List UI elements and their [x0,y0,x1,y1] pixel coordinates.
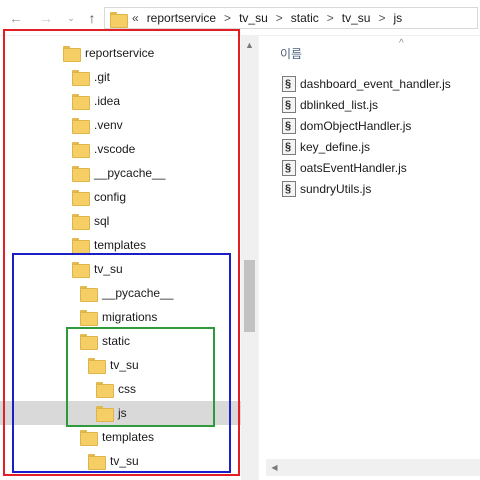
file-name: dashboard_event_handler.js [300,76,451,91]
file-item[interactable]: sundryUtils.js [282,178,478,199]
file-item[interactable]: domObjectHandler.js [282,115,478,136]
tree-item-css[interactable]: css [0,377,241,401]
tree-item-label: static [102,334,131,348]
folder-icon [63,46,81,62]
breadcrumb-separator-icon[interactable]: > [224,11,231,25]
folder-tree-pane: reportservice .git .idea .venv .vscode _… [0,36,258,480]
js-file-icon [282,159,296,176]
folder-icon [72,70,90,86]
file-item[interactable]: key_define.js [282,136,478,157]
folder-icon [88,454,106,470]
scroll-up-arrow-icon[interactable]: ▲ [241,36,258,53]
address-bar[interactable]: « reportservice > tv_su > static > tv_su… [104,7,478,29]
folder-icon [110,12,128,28]
breadcrumb-separator-icon[interactable]: > [378,11,385,25]
navigation-bar: ← → ⌄ ↑ « reportservice > tv_su > static… [0,0,480,36]
tree-item-label: __pycache__ [102,286,174,300]
folder-icon [96,406,114,422]
breadcrumb-separator-icon[interactable]: > [276,11,283,25]
tree-item-label: __pycache__ [94,166,166,180]
tree-item-migrations[interactable]: migrations [0,305,241,329]
file-list-pane: ^ 이름 dashboard_event_handler.js dblinked… [266,36,480,480]
file-name: key_define.js [300,139,371,154]
breadcrumb-overflow-button[interactable]: « [132,11,139,25]
tree-item-static-tv-su[interactable]: tv_su [0,353,241,377]
tree-item-label: tv_su [94,262,123,276]
scroll-left-arrow-icon[interactable]: ◀ [266,459,283,476]
tree-item-label: reportservice [85,46,155,60]
breadcrumb-separator-icon[interactable]: > [327,11,334,25]
file-name: dblinked_list.js [300,97,379,112]
file-item[interactable]: dblinked_list.js [282,94,478,115]
tree-item-label: migrations [102,310,158,324]
folder-icon [80,430,98,446]
tree-item-tv-su-templates[interactable]: templates [0,425,241,449]
tree-item-venv[interactable]: .venv [0,113,241,137]
breadcrumb-item[interactable]: tv_su [239,11,268,25]
pane-splitter[interactable] [258,36,266,480]
tree-item-label: css [118,382,136,396]
folder-icon [80,334,98,350]
tree-vertical-scrollbar[interactable]: ▲ [241,36,258,480]
tree-item-static[interactable]: static [0,329,241,353]
tree-item-label: templates [102,430,155,444]
tree-item-git[interactable]: .git [0,65,241,89]
js-file-icon [282,117,296,134]
file-item[interactable]: dashboard_event_handler.js [282,73,478,94]
tree-item-sql[interactable]: sql [0,209,241,233]
folder-icon [72,238,90,254]
folder-icon [72,166,90,182]
tree-item-label: tv_su [110,454,139,468]
file-item[interactable]: oatsEventHandler.js [282,157,478,178]
back-arrow-icon[interactable]: ← [8,9,24,27]
tree-item-pycache[interactable]: __pycache__ [0,161,241,185]
folder-icon [72,142,90,158]
tree-item-reportservice[interactable]: reportservice [0,41,241,65]
tree-item-js[interactable]: js [0,401,241,425]
tree-item-config[interactable]: config [0,185,241,209]
folder-icon [96,382,114,398]
sort-ascending-icon: ^ [399,38,404,49]
folder-icon [72,190,90,206]
tree-item-label: templates [94,238,147,252]
folder-icon [72,214,90,230]
tree-item-label: .git [94,70,111,84]
column-header-name[interactable]: 이름 [280,45,302,62]
tree-item-tv-su-pycache[interactable]: __pycache__ [0,281,241,305]
js-file-icon [282,138,296,155]
tree-item-label: tv_su [110,358,139,372]
up-arrow-icon[interactable]: ↑ [84,9,100,27]
folder-icon [72,94,90,110]
js-file-icon [282,75,296,92]
tree-item-label: .idea [94,94,121,108]
breadcrumb-item[interactable]: static [291,11,319,25]
js-file-icon [282,180,296,197]
tree-item-label: .venv [94,118,123,132]
tree-item-templates[interactable]: templates [0,233,241,257]
file-name: sundryUtils.js [300,181,372,196]
folder-icon [72,118,90,134]
tree-item-vscode[interactable]: .vscode [0,137,241,161]
tree-item-tv-su[interactable]: tv_su [0,257,241,281]
scrollbar-thumb[interactable] [244,260,255,332]
tree-item-label: js [118,406,127,420]
tree-item-label: sql [94,214,110,228]
file-list-horizontal-scrollbar[interactable]: ◀ [266,459,480,476]
folder-icon [80,286,98,302]
breadcrumb-item[interactable]: tv_su [342,11,371,25]
breadcrumb-item[interactable]: reportservice [147,11,216,25]
forward-arrow-icon[interactable]: → [38,9,54,27]
file-name: domObjectHandler.js [300,118,412,133]
tree-item-templates-tv-su[interactable]: tv_su [0,449,241,473]
tree-item-label: config [94,190,127,204]
folder-icon [80,310,98,326]
tree-item-label: .vscode [94,142,136,156]
folder-icon [72,262,90,278]
recent-locations-chevron-icon[interactable]: ⌄ [64,9,78,27]
breadcrumb-item[interactable]: js [394,11,403,25]
folder-icon [88,358,106,374]
js-file-icon [282,96,296,113]
tree-item-idea[interactable]: .idea [0,89,241,113]
file-name: oatsEventHandler.js [300,160,407,175]
